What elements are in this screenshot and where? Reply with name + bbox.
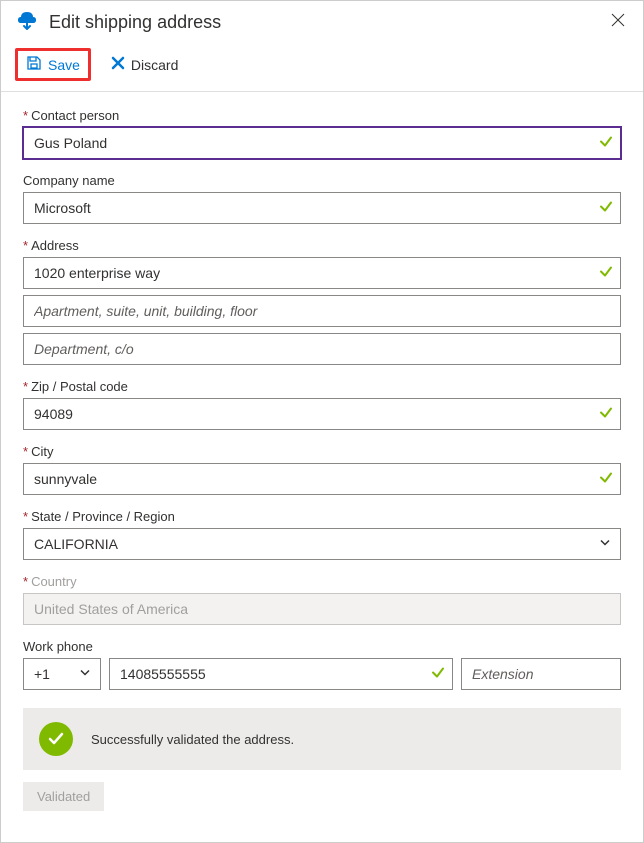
- form: *Contact person Company name *Address: [1, 92, 643, 821]
- save-label: Save: [48, 57, 80, 73]
- save-button[interactable]: Save: [15, 48, 91, 81]
- company-name-label: Company name: [23, 173, 621, 188]
- country-label: *Country: [23, 574, 621, 589]
- address-line2-input[interactable]: [23, 295, 621, 327]
- state-label: *State / Province / Region: [23, 509, 621, 524]
- address-line3-input[interactable]: [23, 333, 621, 365]
- validated-button: Validated: [23, 782, 104, 811]
- contact-person-input[interactable]: [23, 127, 621, 159]
- success-icon: [39, 722, 73, 756]
- close-button[interactable]: [607, 9, 629, 36]
- phone-country-code-select[interactable]: +1: [23, 658, 101, 690]
- validation-status: Successfully validated the address.: [23, 708, 621, 770]
- address-line1-input[interactable]: [23, 257, 621, 289]
- company-name-input[interactable]: [23, 192, 621, 224]
- toolbar: Save Discard: [1, 42, 643, 92]
- contact-person-label: *Contact person: [23, 108, 621, 123]
- dialog-title: Edit shipping address: [49, 12, 607, 33]
- phone-extension-input[interactable]: [461, 658, 621, 690]
- discard-button[interactable]: Discard: [103, 52, 186, 77]
- phone-label: Work phone: [23, 639, 621, 654]
- city-label: *City: [23, 444, 621, 459]
- zip-label: *Zip / Postal code: [23, 379, 621, 394]
- zip-input[interactable]: [23, 398, 621, 430]
- country-input: [23, 593, 621, 625]
- azure-icon: [15, 9, 39, 36]
- dialog-header: Edit shipping address: [1, 1, 643, 42]
- phone-number-input[interactable]: [109, 658, 453, 690]
- state-select[interactable]: CALIFORNIA: [23, 528, 621, 560]
- save-icon: [26, 55, 42, 74]
- discard-icon: [111, 56, 125, 73]
- city-input[interactable]: [23, 463, 621, 495]
- validation-message: Successfully validated the address.: [91, 732, 294, 747]
- address-label: *Address: [23, 238, 621, 253]
- discard-label: Discard: [131, 57, 178, 73]
